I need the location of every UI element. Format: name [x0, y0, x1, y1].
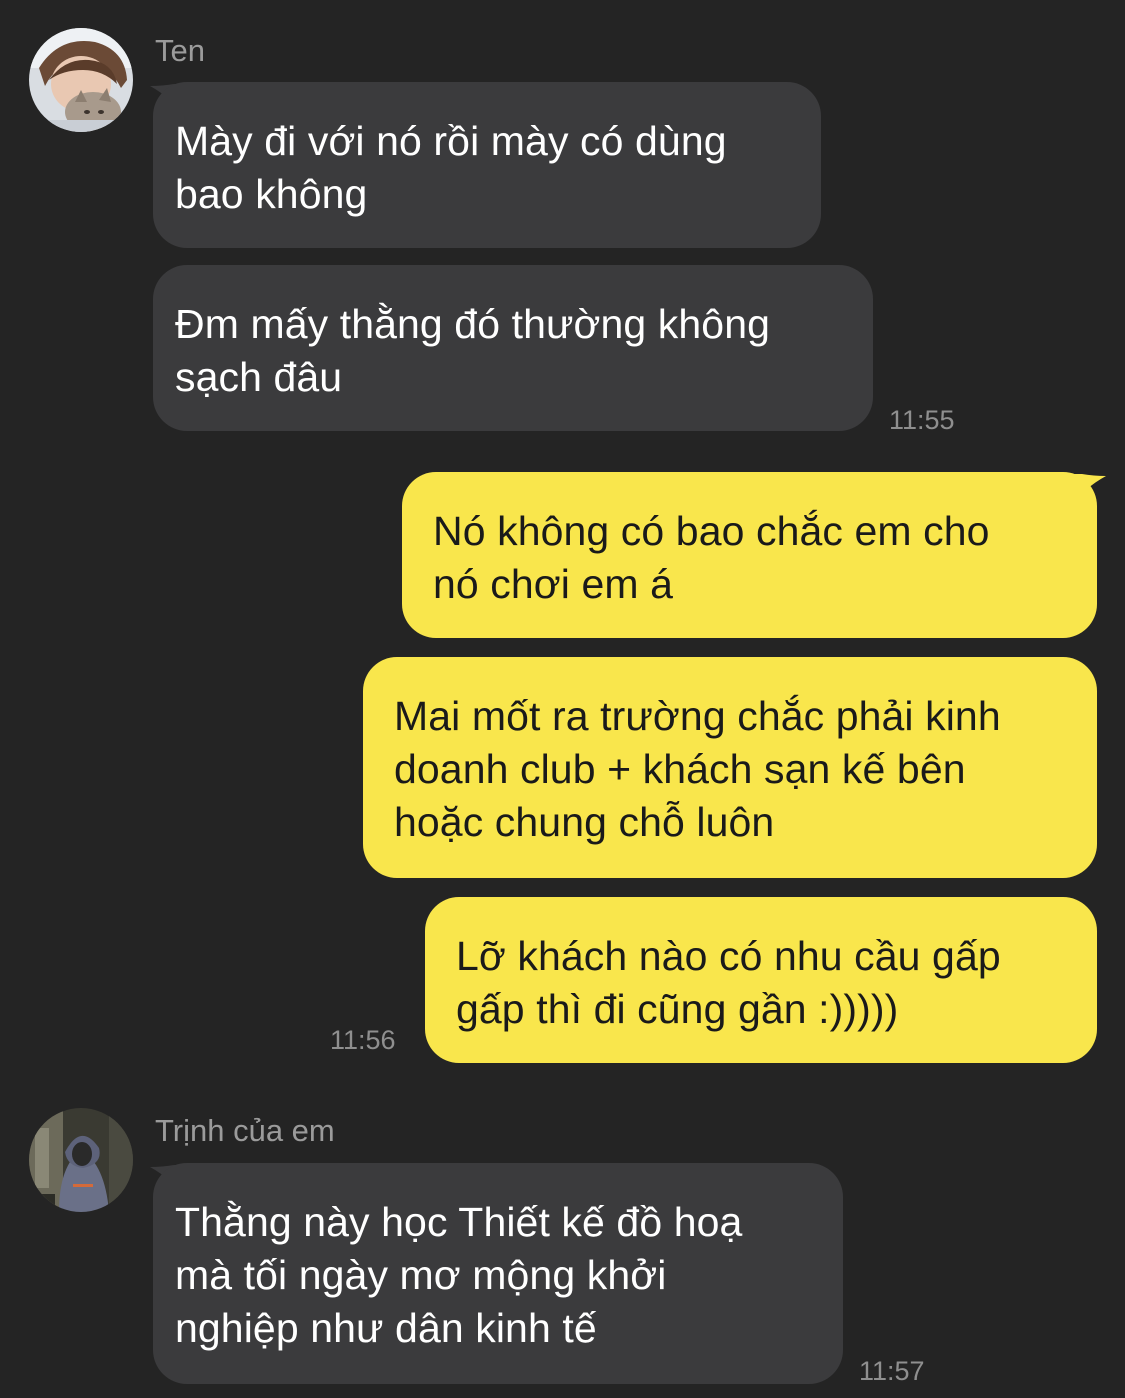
message-timestamp: 11:56 — [330, 1025, 396, 1055]
message-bubble-outgoing[interactable]: Mai mốt ra trường chắc phải kinh doanh c… — [363, 657, 1097, 878]
message-timestamp: 11:55 — [889, 405, 955, 435]
message-bubble-incoming[interactable]: Mày đi với nó rồi mày có dùng bao không — [153, 82, 821, 248]
sender-name: Trịnh của em — [155, 1113, 335, 1148]
message-timestamp: 11:57 — [859, 1356, 925, 1386]
avatar-ten[interactable] — [29, 28, 133, 132]
message-bubble-outgoing[interactable]: Nó không có bao chắc em cho nó chơi em á — [402, 472, 1097, 638]
message-bubble-incoming[interactable]: Đm mấy thằng đó thường không sạch đâu — [153, 265, 873, 431]
message-bubble-incoming[interactable]: Thằng này học Thiết kế đồ hoạ mà tối ngà… — [153, 1163, 843, 1384]
avatar-trinh[interactable] — [29, 1108, 133, 1212]
sender-name: Ten — [155, 33, 205, 68]
chat-screen: Ten Mày đi với nó rồi mày có dùng bao kh… — [0, 0, 1125, 1398]
message-bubble-outgoing[interactable]: Lỡ khách nào có nhu cầu gấp gấp thì đi c… — [425, 897, 1097, 1063]
